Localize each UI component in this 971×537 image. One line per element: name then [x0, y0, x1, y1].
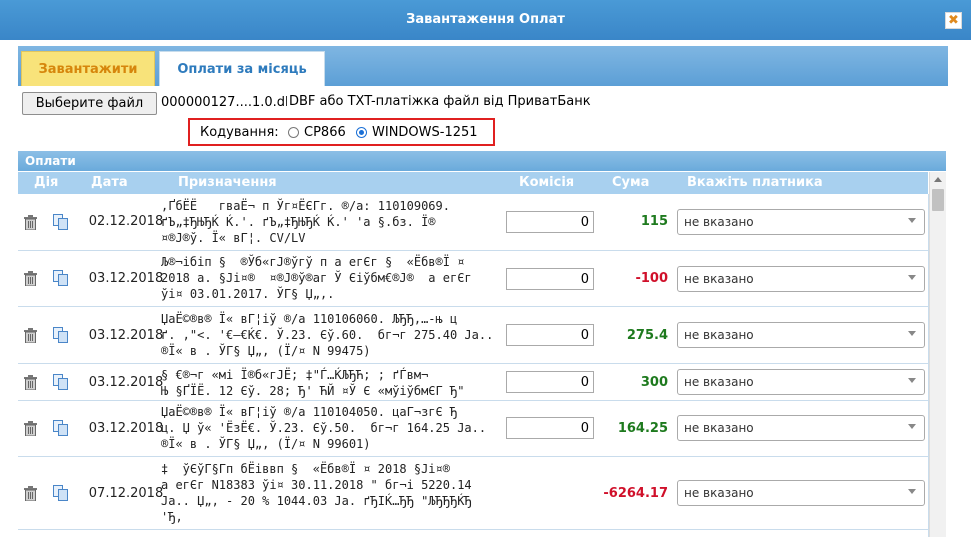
table-header: Дія Дата Призначення Комісія Сума Вкажіт…	[18, 172, 928, 194]
selected-file-name: 000000127....1.0.dbf	[161, 95, 287, 110]
trash-icon[interactable]	[24, 421, 37, 436]
payer-select[interactable]: не вказано	[677, 369, 925, 395]
payer-select-value: не вказано	[684, 272, 754, 286]
encoding-option-windows1251[interactable]: WINDOWS-1251	[372, 125, 478, 140]
row-sum: 275.4	[626, 328, 668, 343]
close-icon[interactable]: ✖	[945, 12, 962, 29]
scrollbar-thumb[interactable]	[932, 189, 944, 211]
choose-file-button[interactable]: Выберите файл	[22, 92, 157, 115]
tab-upload[interactable]: Завантажити	[21, 51, 155, 86]
chevron-down-icon	[908, 378, 916, 383]
table-row: 03.12.2018 ЏаЁ©®в® Ї« вГ¦iў ®/а 11010606…	[18, 307, 928, 364]
row-sum: -6264.17	[603, 486, 668, 501]
payer-select-value: не вказано	[684, 215, 754, 229]
encoding-label: Кодування:	[200, 125, 279, 140]
chevron-down-icon	[908, 424, 916, 429]
payer-select[interactable]: не вказано	[677, 480, 925, 506]
row-sum: 115	[640, 214, 668, 229]
col-action: Дія	[34, 175, 59, 190]
table-row: 03.12.2018 ЏаЁ©®в® Ї« вГ¦iў ®/а 11010405…	[18, 401, 928, 457]
commission-input[interactable]	[506, 417, 594, 439]
copy-icon[interactable]	[53, 214, 68, 230]
table-row: 02.12.2018 ‚ҐбЁЁ гваЁ¬ п Ўг¤ЁЄГг. ®/а: 1…	[18, 194, 928, 251]
payer-select[interactable]: не вказано	[677, 209, 925, 235]
row-date: 03.12.2018	[88, 271, 164, 286]
copy-icon[interactable]	[53, 374, 68, 390]
row-purpose: ЏаЁ©®в® Ї« вГ¦iў ®/а 110104050. цаГ¬згЄ …	[161, 405, 487, 451]
dialog-title: Завантаження Оплат	[406, 12, 565, 27]
copy-icon[interactable]	[53, 420, 68, 436]
col-date: Дата	[91, 175, 128, 190]
row-purpose: ‡ ўЄўГ§Гп бЁiввп § «Ёбв®Ї ¤ 2018 §Ji¤® а…	[161, 462, 472, 524]
row-sum: -100	[635, 271, 668, 286]
payer-select-value: не вказано	[684, 486, 754, 500]
copy-icon[interactable]	[53, 485, 68, 501]
row-date: 03.12.2018	[88, 375, 164, 390]
row-purpose: ЏаЁ©®в® Ї« вГ¦iў ®/а 110106060. ЉЂЂ,…-њ …	[161, 312, 494, 358]
row-purpose: ‚ҐбЁЁ гваЁ¬ п Ўг¤ЁЄГг. ®/а: 110109069. ґ…	[161, 199, 450, 245]
payments-panel-title: Оплати	[18, 151, 946, 171]
payer-select-value: не вказано	[684, 421, 754, 435]
chevron-down-icon	[908, 275, 916, 280]
commission-input[interactable]	[506, 324, 594, 346]
tab-bar: Завантажити Оплати за місяць	[18, 46, 948, 86]
row-purpose: § €®¬г «мi Ї®б«гЈЁ; ‡"Ѓ…ЌЉЂЋ; ; ґЃвм¬ Њ …	[161, 368, 465, 398]
trash-icon[interactable]	[24, 328, 37, 343]
table-row: 03.12.2018 § €®¬г «мi Ї®б«гЈЁ; ‡"Ѓ…ЌЉЂЋ;…	[18, 364, 928, 401]
payer-select[interactable]: не вказано	[677, 415, 925, 441]
chevron-down-icon	[908, 489, 916, 494]
copy-icon[interactable]	[53, 270, 68, 286]
trash-icon[interactable]	[24, 375, 37, 390]
trash-icon[interactable]	[24, 271, 37, 286]
trash-icon[interactable]	[24, 215, 37, 230]
payments-table-body: 02.12.2018 ‚ҐбЁЁ гваЁ¬ п Ўг¤ЁЄГг. ®/а: 1…	[18, 194, 928, 537]
col-commission: Комісія	[519, 175, 575, 190]
chevron-down-icon	[908, 218, 916, 223]
trash-icon[interactable]	[24, 486, 37, 501]
col-sum: Сума	[612, 175, 650, 190]
payer-select[interactable]: не вказано	[677, 322, 925, 348]
encoding-radio-windows1251[interactable]	[356, 127, 367, 138]
row-date: 07.12.2018	[88, 486, 164, 501]
payer-select-value: не вказано	[684, 375, 754, 389]
table-row: 03.12.2018 Љ®¬ібiп § ®Ўб«гЈ®ўгў п а егЄг…	[18, 251, 928, 307]
chevron-down-icon	[908, 331, 916, 336]
commission-input[interactable]	[506, 268, 594, 290]
row-date: 03.12.2018	[88, 421, 164, 436]
col-purpose: Призначення	[178, 175, 277, 190]
scroll-up-icon[interactable]	[934, 177, 942, 182]
encoding-option-cp866[interactable]: CP866	[304, 125, 346, 140]
col-payer: Вкажіть платника	[687, 175, 823, 190]
file-hint: DBF або TXT-платіжка файл від ПриватБанк	[289, 94, 591, 109]
encoding-group: Кодування: CP866 WINDOWS-1251	[188, 118, 495, 146]
encoding-radio-cp866[interactable]	[288, 127, 299, 138]
table-row: 07.12.2018 ‡ ўЄўГ§Гп бЁiввп § «Ёбв®Ї ¤ 2…	[18, 457, 928, 530]
row-sum: 164.25	[617, 421, 668, 436]
payer-select-value: не вказано	[684, 328, 754, 342]
dialog-title-bar: Завантаження Оплат ✖	[0, 0, 971, 40]
vertical-scrollbar[interactable]	[929, 172, 946, 537]
row-purpose: Љ®¬ібiп § ®Ўб«гЈ®ўгў п а егЄг § «Ёбв®Ї ¤…	[161, 255, 472, 301]
copy-icon[interactable]	[53, 327, 68, 343]
tab-monthly-payments[interactable]: Оплати за місяць	[159, 51, 325, 86]
row-date: 03.12.2018	[88, 328, 164, 343]
row-sum: 300	[640, 375, 668, 390]
commission-input[interactable]	[506, 211, 594, 233]
payer-select[interactable]: не вказано	[677, 266, 925, 292]
row-date: 02.12.2018	[88, 214, 164, 229]
commission-input[interactable]	[506, 371, 594, 393]
